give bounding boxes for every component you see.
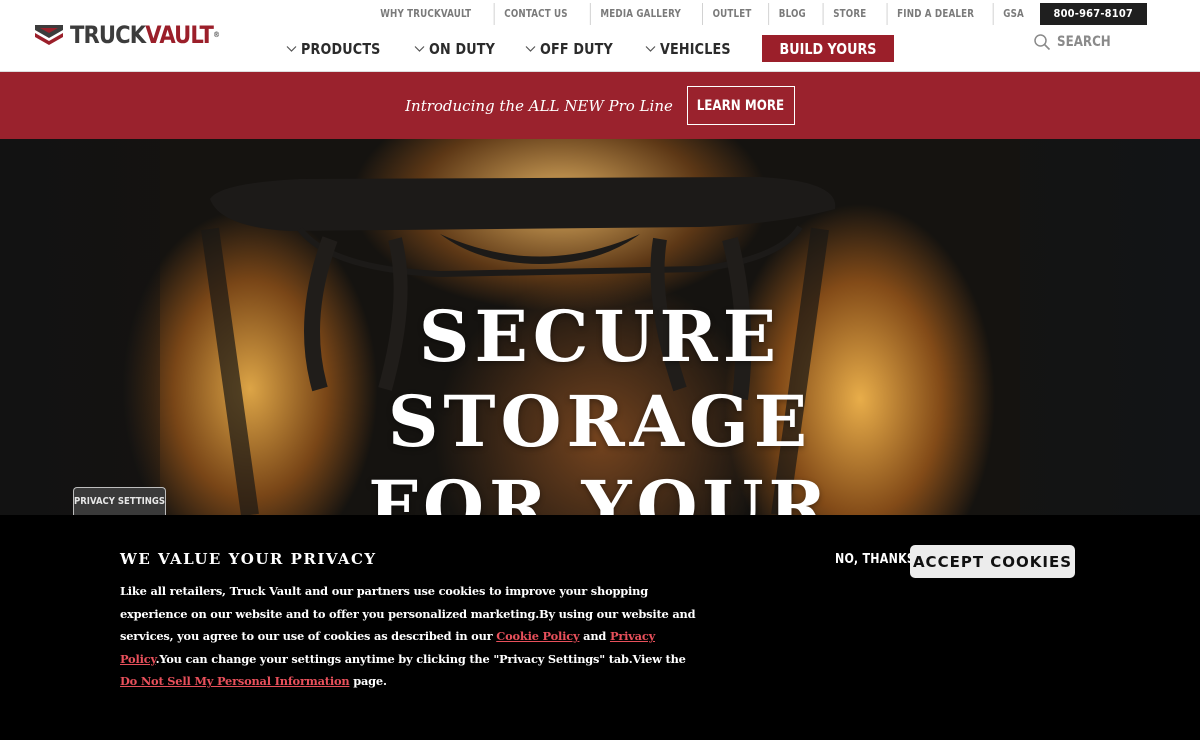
hero-line: FOR YOUR: [368, 465, 832, 515]
cookie-consent-banner: WE VALUE YOUR PRIVACY Like all retailers…: [0, 515, 1200, 740]
accept-cookies-button[interactable]: ACCEPT COOKIES: [910, 545, 1075, 578]
no-thanks-button[interactable]: NO, THANKS: [835, 552, 915, 567]
nav-item-products[interactable]: PRODUCTS: [286, 40, 395, 58]
chevron-down-icon: [414, 45, 425, 52]
utility-link-find-a-dealer[interactable]: FIND A DEALER: [886, 3, 983, 25]
hero-line: SECURE: [418, 295, 782, 378]
build-yours-label: BUILD YOURS: [779, 39, 877, 58]
nav-label: PRODUCTS: [301, 39, 381, 58]
cookie-banner-title: WE VALUE YOUR PRIVACY: [120, 550, 377, 568]
do-not-sell-link[interactable]: Do Not Sell My Personal Information: [120, 674, 350, 688]
privacy-settings-label: PRIVACY SETTINGS: [74, 496, 165, 507]
chevron-down-icon: [525, 45, 536, 52]
hero-headline: SECURE STORAGE FOR YOUR: [0, 294, 1200, 515]
chevron-down-icon: [286, 45, 297, 52]
learn-more-button[interactable]: LEARN MORE: [686, 86, 795, 125]
nav-label: ON DUTY: [428, 39, 495, 58]
privacy-settings-tab[interactable]: PRIVACY SETTINGS: [73, 487, 166, 515]
main-nav: PRODUCTS ON DUTY OFF DUTY VEHICLES BUILD…: [286, 35, 895, 62]
nav-item-vehicles[interactable]: VEHICLES: [645, 40, 743, 58]
promo-banner: Introducing the ALL NEW Pro Line LEARN M…: [0, 72, 1200, 139]
utility-nav: WHY TRUCKVAULT CONTACT US MEDIA GALLERY …: [363, 3, 1147, 25]
logo-wordmark: TRUCKVAULT®: [70, 21, 220, 49]
nav-item-on-duty[interactable]: ON DUTY: [414, 40, 507, 58]
search-label: SEARCH: [1057, 34, 1111, 50]
truckvault-logo[interactable]: TRUCKVAULT®: [34, 20, 240, 50]
utility-link-blog[interactable]: BLOG: [768, 3, 815, 25]
utility-link-why-truckvault[interactable]: WHY TRUCKVAULT: [370, 3, 480, 25]
accept-cookies-label: ACCEPT COOKIES: [912, 552, 1073, 571]
nav-label: OFF DUTY: [540, 39, 614, 58]
logo-chevron-icon: [35, 25, 63, 45]
utility-link-gsa[interactable]: GSA: [992, 3, 1033, 25]
site-header: TRUCKVAULT® WHY TRUCKVAULT CONTACT US ME…: [0, 0, 1200, 72]
nav-label: VEHICLES: [660, 39, 731, 58]
chevron-down-icon: [645, 45, 656, 52]
nav-item-off-duty[interactable]: OFF DUTY: [525, 40, 626, 58]
promo-text: Introducing the ALL NEW Pro Line: [405, 96, 673, 115]
utility-link-store[interactable]: STORE: [822, 3, 876, 25]
cookie-banner-body: Like all retailers, Truck Vault and our …: [120, 584, 696, 689]
hero-line: STORAGE: [387, 380, 813, 463]
hero-section: SECURE STORAGE FOR YOUR: [0, 139, 1200, 515]
utility-link-media-gallery[interactable]: MEDIA GALLERY: [590, 3, 691, 25]
learn-more-label: LEARN MORE: [697, 97, 785, 114]
phone-number-link[interactable]: 800-967-8107: [1039, 3, 1147, 25]
search-input[interactable]: SEARCH: [1033, 33, 1120, 51]
utility-link-contact-us[interactable]: CONTACT US: [493, 3, 578, 25]
search-icon: [1034, 34, 1051, 51]
build-yours-button[interactable]: BUILD YOURS: [762, 35, 895, 62]
cookie-policy-link[interactable]: Cookie Policy: [496, 629, 579, 643]
utility-link-outlet[interactable]: OUTLET: [701, 3, 761, 25]
